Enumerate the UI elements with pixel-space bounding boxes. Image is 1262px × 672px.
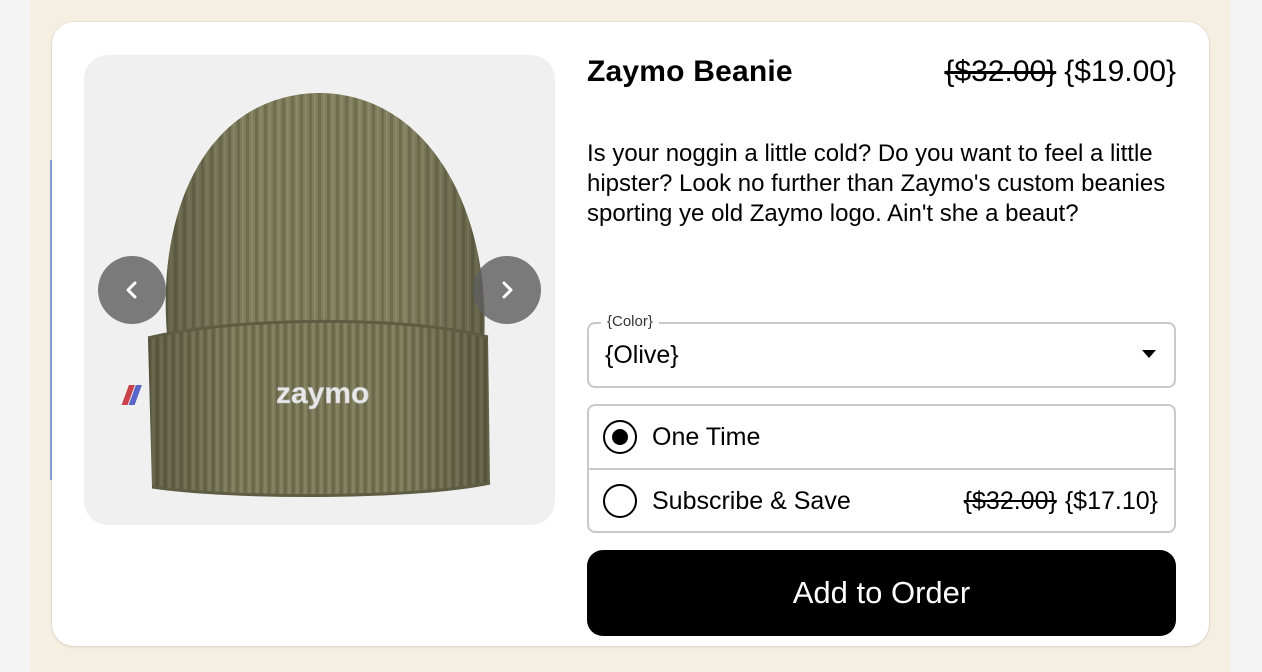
product-info: Zaymo Beanie {$32.00} {$19.00} Is your no… (587, 55, 1176, 636)
svg-text:zaymo: zaymo (276, 377, 369, 410)
purchase-option-one-time[interactable]: One Time (589, 406, 1174, 468)
product-card: zaymo Zaymo Beanie {$32.00} {$19.00} Is y… (52, 22, 1209, 646)
color-select-label: {Color} (601, 313, 659, 330)
subscribe-sale-price: {$17.10} (1064, 487, 1158, 515)
color-select-value: {Olive} (605, 341, 679, 369)
color-select[interactable]: {Color} {Olive} (587, 313, 1176, 388)
caret-down-icon (1142, 350, 1156, 358)
purchase-option-label: One Time (652, 423, 761, 451)
carousel-next-button[interactable] (473, 256, 541, 324)
chevron-right-icon (502, 281, 513, 299)
purchase-option-subscribe[interactable]: Subscribe & Save {$32.00} {$17.10} (589, 468, 1174, 530)
purchase-option-label: Subscribe & Save (652, 487, 851, 515)
product-title: Zaymo Beanie (587, 55, 793, 88)
sale-price: {$19.00} (1064, 55, 1176, 88)
product-description: Is your noggin a little cold? Do you wan… (587, 140, 1166, 227)
purchase-option-group: One Time Subscribe & Save {$32.00} {$17.1… (587, 404, 1176, 533)
add-to-order-button[interactable]: Add to Order (587, 550, 1176, 636)
chevron-left-icon (126, 281, 137, 299)
carousel-prev-button[interactable] (98, 256, 166, 324)
subscribe-original-price: {$32.00} (963, 487, 1057, 515)
title-row: Zaymo Beanie {$32.00} {$19.00} (587, 55, 1176, 95)
subscribe-price: {$32.00} {$17.10} (964, 487, 1158, 516)
original-price: {$32.00} (944, 55, 1057, 88)
product-price: {$32.00} {$19.00} (944, 55, 1176, 89)
radio-button-checked[interactable] (603, 420, 637, 454)
radio-button-unchecked[interactable] (603, 484, 637, 518)
